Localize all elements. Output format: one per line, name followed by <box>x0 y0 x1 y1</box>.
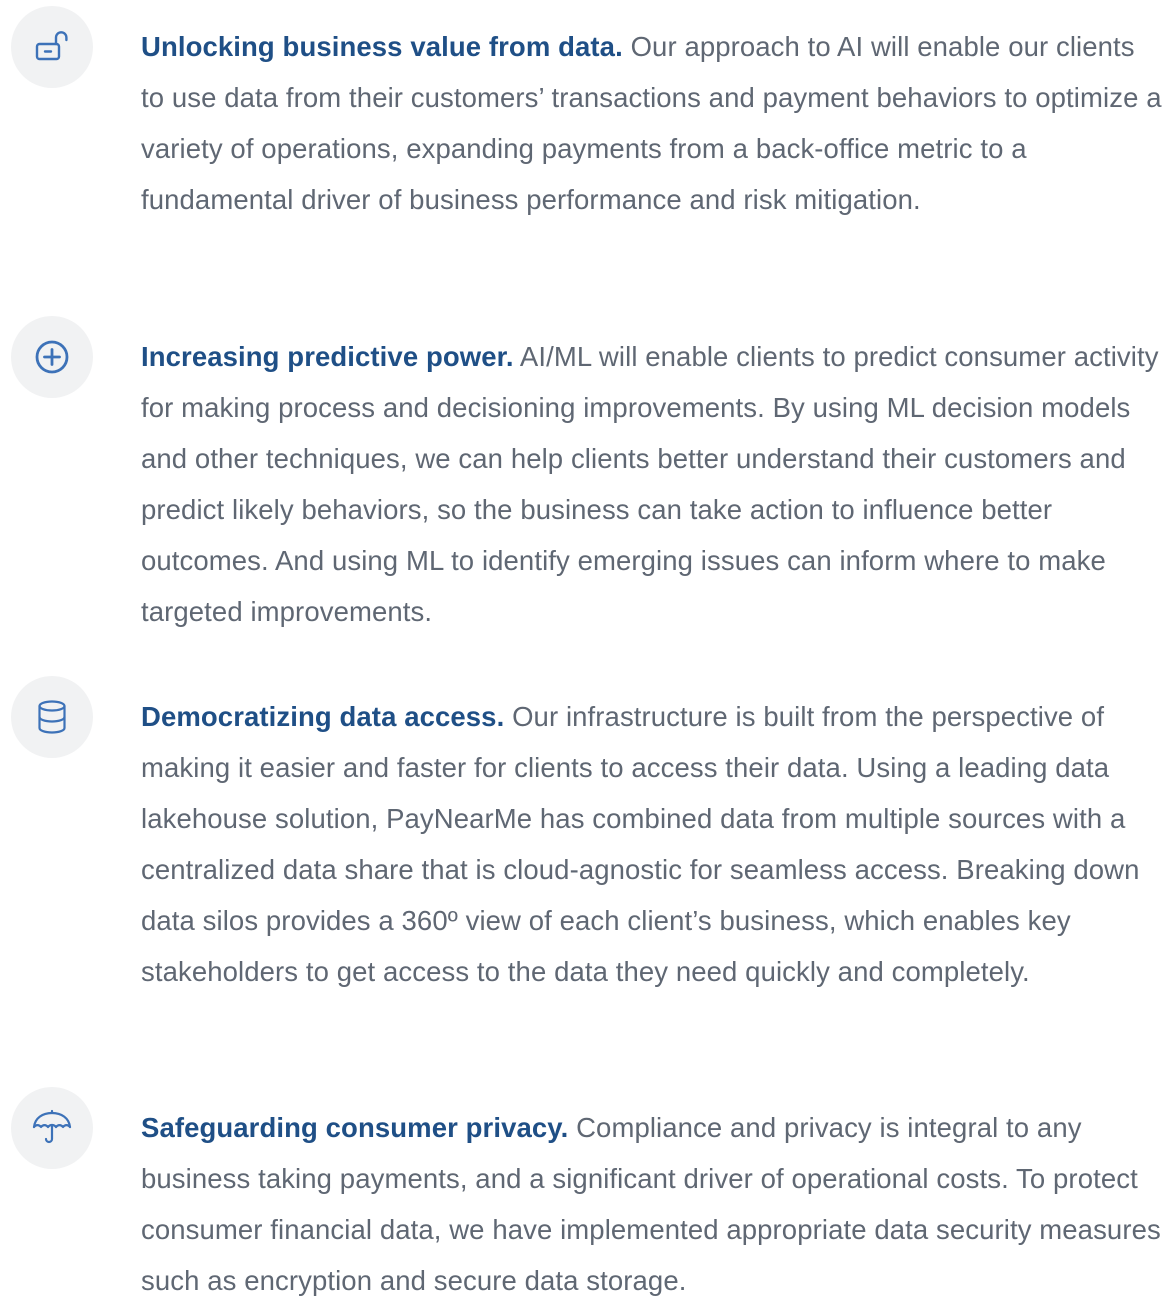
feature-text: Democratizing data access. Our infrastru… <box>141 691 1165 997</box>
feature-text: Safeguarding consumer privacy. Complianc… <box>141 1102 1165 1296</box>
feature-title: Safeguarding consumer privacy. <box>141 1112 569 1143</box>
unlock-icon <box>11 6 93 88</box>
feature-body: Our infrastructure is built from the per… <box>141 701 1140 987</box>
features-list: Unlocking business value from data. Our … <box>0 0 1169 1296</box>
feature-body: AI/ML will enable clients to predict con… <box>141 341 1159 627</box>
feature-title: Democratizing data access. <box>141 701 505 732</box>
feature-text: Increasing predictive power. AI/ML will … <box>141 331 1165 637</box>
feature-title: Increasing predictive power. <box>141 341 514 372</box>
umbrella-icon <box>11 1087 93 1169</box>
plus-circle-icon <box>11 316 93 398</box>
feature-text: Unlocking business value from data. Our … <box>141 21 1165 225</box>
database-icon <box>11 676 93 758</box>
feature-title: Unlocking business value from data. <box>141 31 623 62</box>
